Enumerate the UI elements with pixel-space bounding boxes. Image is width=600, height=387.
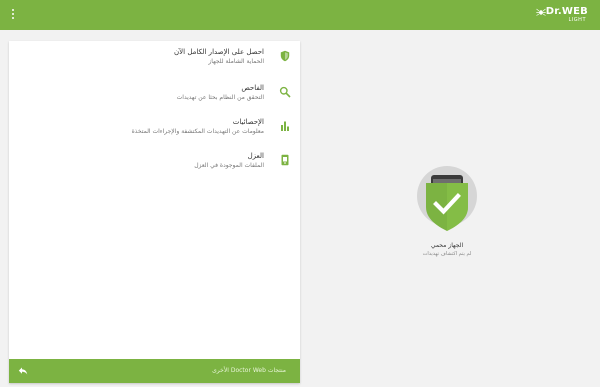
status-subtitle: لم يتم اكتشاف تهديدات <box>422 251 472 257</box>
reply-arrow-icon[interactable] <box>18 366 28 376</box>
search-icon <box>279 86 291 98</box>
navigation-card: احصل على الإصدار الكامل الآن الحماية الش… <box>9 41 300 383</box>
menu-item-title: العزل <box>247 152 264 160</box>
menu-item-quarantine[interactable]: العزل الملفات الموجودة في العزل <box>9 152 300 182</box>
status-title: الجهاز محمي <box>430 242 464 249</box>
other-products-bar[interactable]: منتجات Doctor Web الأخرى <box>9 359 300 383</box>
drweb-logo: Dr.WEB LIGHT <box>536 7 588 25</box>
menu-item-title: الفاحص <box>241 84 264 92</box>
menu-item-subtitle: الحماية الشاملة للجهاز <box>208 58 264 65</box>
app-bar: Dr.WEB LIGHT <box>0 0 600 30</box>
menu-item-title: الإحصائيات <box>232 118 264 126</box>
menu-item-subtitle: معلومات عن التهديدات المكتشفة والإجراءات… <box>131 128 264 135</box>
logo-subtext: LIGHT <box>568 17 586 23</box>
menu-item-title: احصل على الإصدار الكامل الآن <box>174 48 264 56</box>
protection-status: الجهاز محمي لم يتم اكتشاف تهديدات <box>400 160 500 270</box>
menu-item-subtitle: التحقق من النظام بحثا عن تهديدات <box>176 94 264 101</box>
menu-item-subtitle: الملفات الموجودة في العزل <box>194 162 264 169</box>
spider-icon <box>536 8 546 16</box>
logo-text: Dr.WEB <box>545 6 588 17</box>
menu-item-statistics[interactable]: الإحصائيات معلومات عن التهديدات المكتشفة… <box>9 118 300 148</box>
menu-item-scanner[interactable]: الفاحص التحقق من النظام بحثا عن تهديدات <box>9 84 300 114</box>
protected-shield-check-icon <box>417 166 477 231</box>
more-vert-icon[interactable] <box>10 9 16 22</box>
menu-item-full-version[interactable]: احصل على الإصدار الكامل الآن الحماية الش… <box>9 48 300 78</box>
bar-chart-icon <box>281 121 289 131</box>
shield-icon <box>280 50 290 62</box>
other-products-label: منتجات Doctor Web الأخرى <box>212 367 286 374</box>
quarantine-icon <box>281 154 289 166</box>
